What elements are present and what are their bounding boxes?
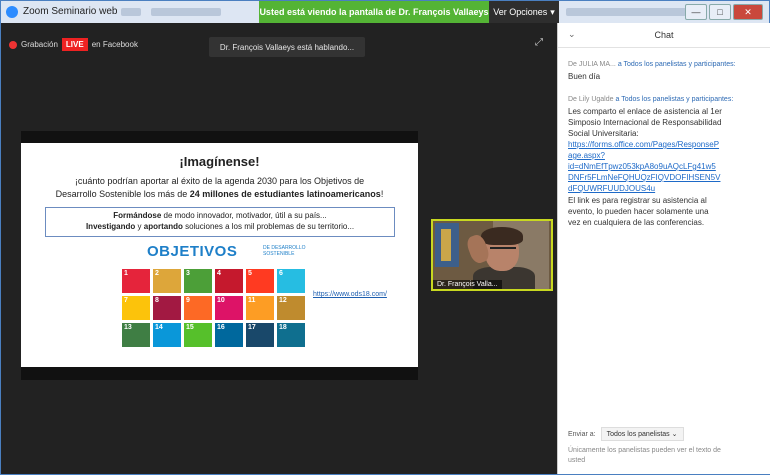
window-controls: — □ ✕ [685,4,763,20]
chat-header: ⌄ Chat [558,23,770,48]
sdg-tile: 9 [184,296,212,320]
question-highlight: 24 millones de estudiantes latinoamerica… [189,189,381,199]
box-line2-text: soluciones a los mil problemas de su ter… [182,222,355,231]
live-platform-label: en Facebook [91,40,138,49]
blurred-tab [566,8,686,16]
recording-label: Grabación [21,40,58,49]
chat-message-meta: De JULIA MA... a Todos los panelistas y … [568,61,736,68]
chat-message-text: vez en cualquiera de las conferencias. [568,218,705,227]
live-badge[interactable]: LIVE [61,38,88,51]
chat-message-link[interactable]: dFQUWRFUUDJOUS4u [568,184,655,193]
background-item [441,229,451,261]
slide-question-line1: ¡cuánto podrían aportar al éxito de la a… [74,176,365,186]
sdg-tile: 18 [277,323,305,347]
shared-slide-container: ¡Imagínense! ¡cuánto podrían aportar al … [21,131,418,380]
chat-input-placeholder[interactable]: Únicamente los panelistas pueden ver el … [568,447,721,454]
chevron-down-icon: ⌄ [671,431,678,438]
question-text: Desarrollo Sostenible los más de [55,189,190,199]
sdg-tile: 13 [122,323,150,347]
zoom-logo-icon [6,6,18,18]
screen-share-banner: Usted está viendo la pantalla de Dr. Fra… [259,1,489,23]
chat-panel: ⌄ Chat De JULIA MA... a Todos los paneli… [557,23,770,474]
recording-dot-icon [9,40,17,49]
chevron-down-icon: ▾ [550,6,555,17]
shared-screen-area: Grabación LIVE en Facebook Dr. François … [1,23,557,474]
box-line1-text: de modo innovador, motivador, útil a su … [161,211,327,220]
participant-hair [481,227,523,245]
sdg-tile: 2 [153,269,181,293]
send-to-label: Enviar a: [568,430,596,438]
sdg-tiles-grid: 1 2 3 4 5 6 7 8 9 10 11 12 13 14 15 16 17 18 [122,269,314,347]
blurred-tab [121,8,141,16]
chat-message-text: Social Universitaria: [568,129,639,138]
view-options-label: Ver Opciones [493,7,548,17]
chat-message-text: Les comparto el enlace de asistencia al … [568,107,722,116]
slide-link: https://www.ods18.com/ [313,291,387,298]
sdg-tile: 7 [122,296,150,320]
chat-message-text: Buen día [568,72,601,81]
sdg-tile: 6 [277,269,305,293]
blurred-tab [151,8,221,16]
slide-title: ¡Imagínense! [179,154,260,169]
sdg-tile: 10 [215,296,243,320]
title-bar: Zoom Seminario web Usted está viendo la … [1,1,769,23]
box-line1: Formándose de modo innovador, motivador,… [46,211,394,220]
sdg-subtitle: DE DESARROLLO SOSTENIBLE [263,245,306,257]
expand-icon[interactable]: ⤢ [535,37,543,48]
message-recipient: a Todos los panelistas y participantes: [615,96,734,103]
sdg-tile: 5 [246,269,274,293]
sdg-tile: 4 [215,269,243,293]
sdg-tile: 15 [184,323,212,347]
chat-message-link[interactable]: https://forms.office.com/Pages/ResponseP [568,140,719,149]
sdg-tile: 16 [215,323,243,347]
chat-message-link[interactable]: DNFr5FLmNeFQHUQzFIQVDOFIHSEN5V [568,173,720,182]
message-recipient: a Todos los panelistas y participantes: [617,61,736,68]
sdg-tile: 14 [153,323,181,347]
send-to-row: Enviar a: Todos los panelistas ⌄ [568,427,684,441]
sdg-tile: 11 [246,296,274,320]
sdg-title: OBJETIVOS [147,243,238,260]
chat-message-meta: De Lily Ugalde a Todos los panelistas y … [568,96,733,103]
sdg-tile: 12 [277,296,305,320]
sdg-tile: 3 [184,269,212,293]
close-button[interactable]: ✕ [733,4,763,20]
slide-question-line2: Desarrollo Sostenible los más de 24 mill… [21,189,418,199]
box-line1-bold: Formándose [113,211,162,220]
participant-glasses [490,247,516,253]
chat-message-link[interactable]: id=dNmEfTpwz053kpA8o9uAQcLFg41w5 [568,162,716,171]
chat-message-link[interactable]: age.aspx? [568,151,605,160]
sdg-tile: 1 [122,269,150,293]
maximize-button[interactable]: □ [709,4,731,20]
minimize-button[interactable]: — [685,4,707,20]
shared-slide: ¡Imagínense! ¡cuánto podrían aportar al … [21,143,418,367]
zoom-window: Zoom Seminario web Usted está viendo la … [0,0,770,475]
send-to-value: Todos los panelistas [606,431,670,438]
participant-name-label: Dr. François Valla... [433,280,502,289]
message-sender: De Lily Ugalde [568,96,614,103]
slide-highlight-box: Formándose de modo innovador, motivador,… [45,207,395,237]
active-speaker-banner: Dr. François Vallaeys está hablando... [209,37,365,57]
message-sender: De JULIA MA... [568,61,616,68]
sdg-tile: 17 [246,323,274,347]
chat-message-text: Simposio Internacional de Responsabilida… [568,118,722,127]
sdg-tile: 8 [153,296,181,320]
window-title: Zoom Seminario web [23,6,118,17]
send-to-dropdown[interactable]: Todos los panelistas ⌄ [600,427,684,441]
chat-title: Chat [654,30,674,40]
box-line2-bold2: aportando [143,222,183,231]
chat-input-placeholder-cont[interactable]: usted [568,457,585,464]
chat-message-text: El link es para registrar su asistencia … [568,196,707,205]
box-line2-mid: y [135,222,144,231]
box-line2-bold1: Investigando [85,222,136,231]
participant-video[interactable]: Dr. François Valla... [431,219,553,291]
recording-status: Grabación LIVE en Facebook [9,38,138,51]
view-options-button[interactable]: Ver Opciones ▾ [489,1,559,23]
question-end: ! [380,189,384,199]
box-line2: Investigando y aportando soluciones a lo… [46,222,394,231]
chat-message-text: evento, lo pueden hacer solamente una [568,207,709,216]
